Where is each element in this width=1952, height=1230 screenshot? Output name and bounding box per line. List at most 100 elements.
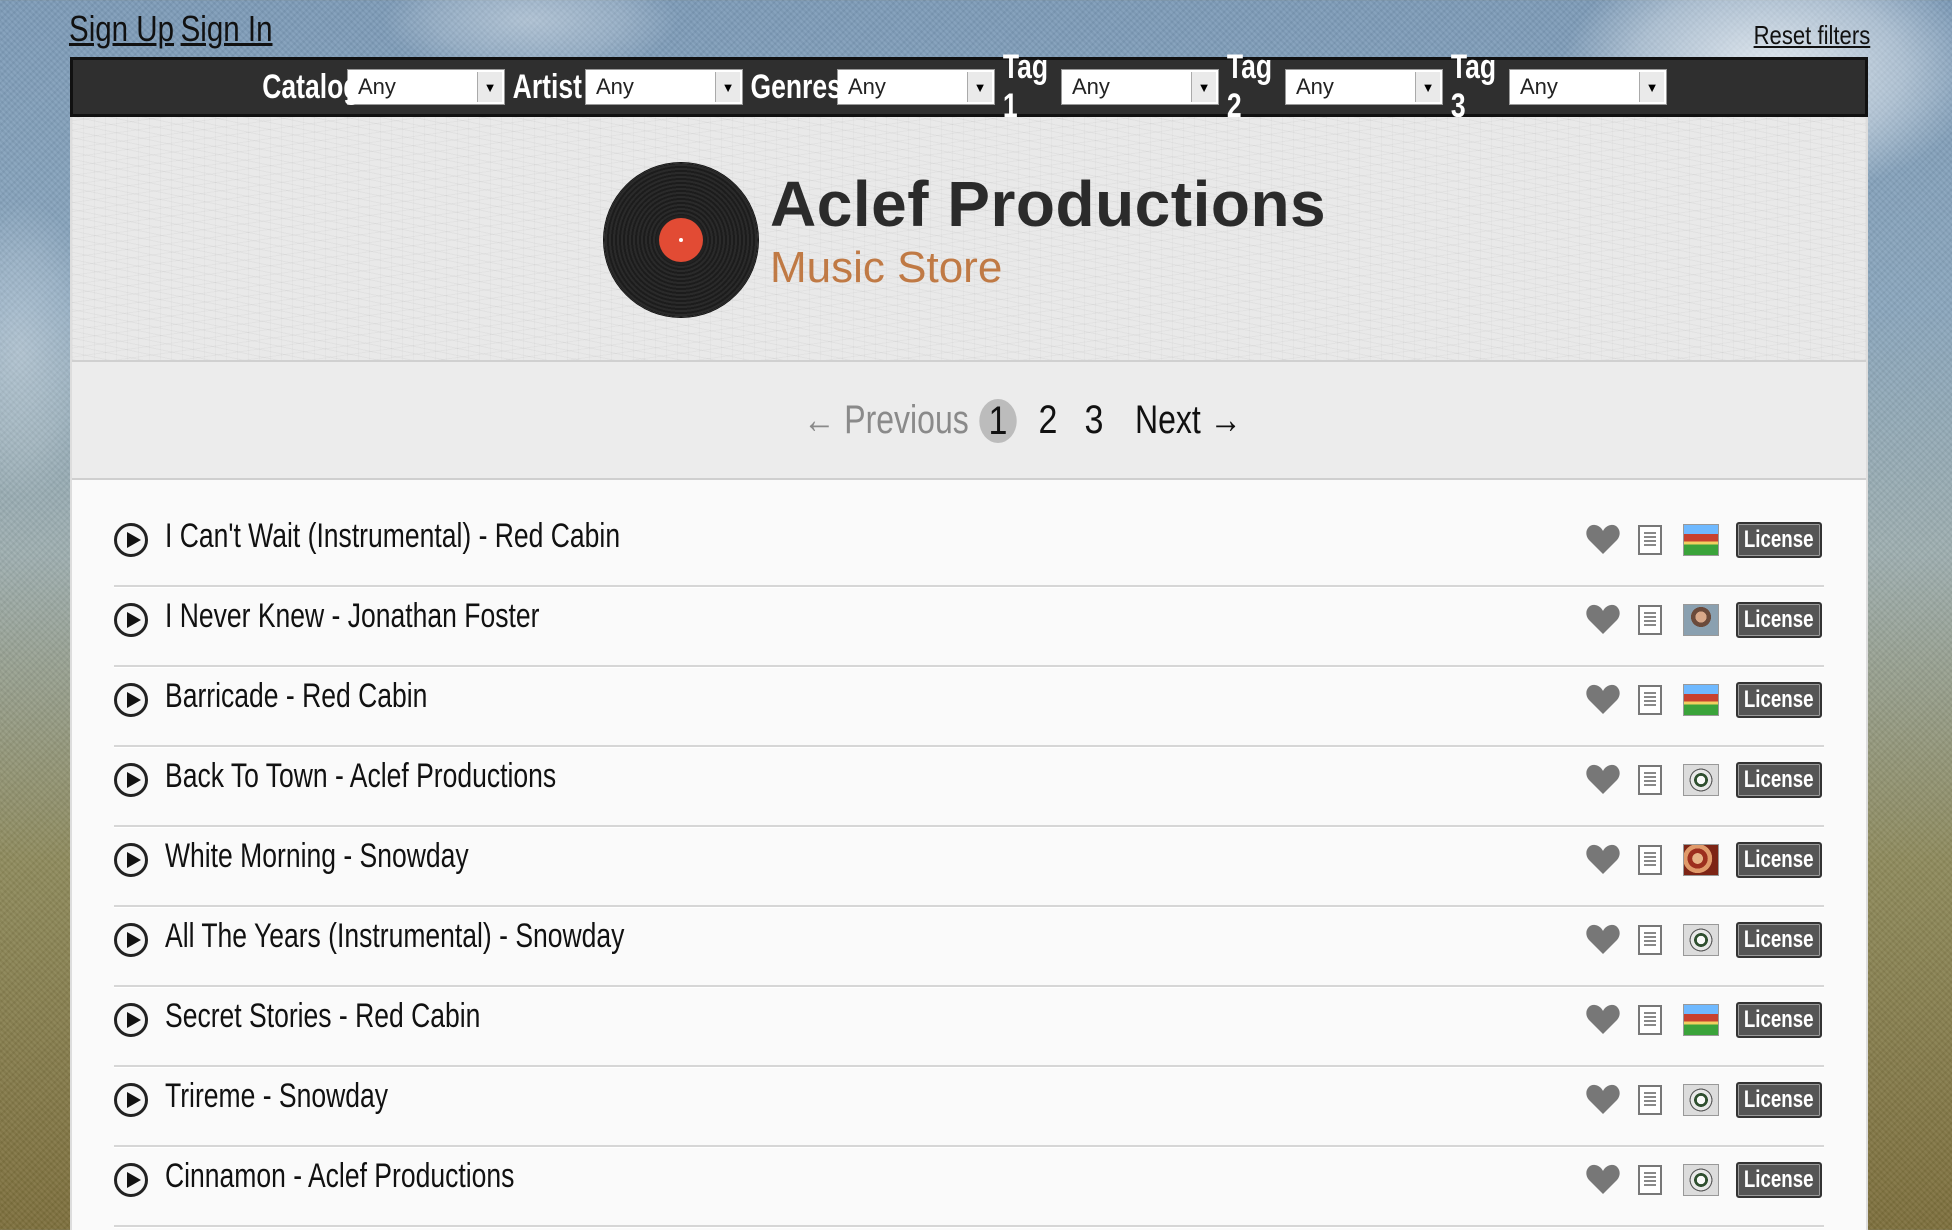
play-icon[interactable] [114, 603, 148, 637]
select-value: Any [1296, 74, 1334, 99]
license-button[interactable]: License [1736, 1162, 1822, 1198]
filter-artist: Artist Any ▼ [513, 68, 743, 107]
next-page-link[interactable]: Next → [1135, 398, 1242, 443]
pagination: ← Previous 1 2 3 Next → [762, 398, 1268, 443]
license-label: License [1744, 1166, 1814, 1193]
filter-bar: Catalog Any ▼ Artist Any ▼ Genres Any ▼ … [70, 48, 1868, 125]
track-row: All The Years (Instrumental) - Snowday L… [114, 907, 1824, 987]
brand-title: Aclef Productions [770, 168, 1327, 240]
select-value: Any [1072, 74, 1110, 99]
license-button[interactable]: License [1736, 522, 1822, 558]
sign-up-link[interactable]: Sign Up [69, 8, 174, 50]
track-title[interactable]: Secret Stories - Red Cabin [165, 997, 480, 1036]
previous-page-link[interactable]: ← Previous [803, 398, 968, 443]
lyrics-document-icon[interactable] [1638, 685, 1662, 715]
filter-tag-1: Tag 1 Any ▼ [1003, 48, 1219, 126]
heart-icon[interactable] [1585, 1083, 1621, 1115]
filter-label: Catalog [262, 67, 360, 106]
lyrics-document-icon[interactable] [1638, 605, 1662, 635]
license-label: License [1744, 846, 1814, 873]
track-title[interactable]: I Can't Wait (Instrumental) - Red Cabin [165, 517, 620, 556]
filter-label: Tag 1 [1002, 48, 1049, 125]
license-label: License [1744, 1086, 1814, 1113]
dropdown-arrow-icon: ▼ [1191, 72, 1216, 102]
lyrics-document-icon[interactable] [1638, 525, 1662, 555]
lyrics-document-icon[interactable] [1638, 845, 1662, 875]
play-icon[interactable] [114, 1003, 148, 1037]
album-thumbnail[interactable] [1683, 604, 1719, 636]
track-row: Secret Stories - Red Cabin License [114, 987, 1824, 1067]
filter-genres: Genres Any ▼ [750, 68, 995, 107]
tag-3-select[interactable]: Any ▼ [1509, 69, 1667, 105]
heart-icon[interactable] [1585, 923, 1621, 955]
license-button[interactable]: License [1736, 682, 1822, 718]
track-title[interactable]: I Never Knew - Jonathan Foster [165, 597, 539, 636]
tag-1-select[interactable]: Any ▼ [1061, 69, 1219, 105]
license-button[interactable]: License [1736, 922, 1822, 958]
filter-tag-3: Tag 3 Any ▼ [1451, 48, 1667, 126]
play-icon[interactable] [114, 1163, 148, 1197]
license-button[interactable]: License [1736, 602, 1822, 638]
dropdown-arrow-icon: ▼ [477, 72, 502, 102]
heart-icon[interactable] [1585, 1003, 1621, 1035]
select-value: Any [848, 74, 886, 99]
select-value: Any [1520, 74, 1558, 99]
license-button[interactable]: License [1736, 842, 1822, 878]
heart-icon[interactable] [1585, 683, 1621, 715]
license-label: License [1744, 606, 1814, 633]
heart-icon[interactable] [1585, 523, 1621, 555]
track-title[interactable]: Trireme - Snowday [165, 1077, 388, 1116]
album-thumbnail[interactable] [1683, 844, 1719, 876]
license-button[interactable]: License [1736, 1002, 1822, 1038]
lyrics-document-icon[interactable] [1638, 1085, 1662, 1115]
filter-tag-2: Tag 2 Any ▼ [1227, 48, 1443, 126]
artist-select[interactable]: Any ▼ [585, 69, 743, 105]
play-icon[interactable] [114, 923, 148, 957]
track-title[interactable]: Cinnamon - Aclef Productions [165, 1157, 514, 1196]
select-value: Any [596, 74, 634, 99]
heart-icon[interactable] [1585, 763, 1621, 795]
lyrics-document-icon[interactable] [1638, 1165, 1662, 1195]
page-link-3[interactable]: 3 [1075, 398, 1112, 443]
heart-icon[interactable] [1585, 1163, 1621, 1195]
play-icon[interactable] [114, 683, 148, 717]
track-list: I Can't Wait (Instrumental) - Red Cabin … [114, 507, 1824, 1227]
auth-links: Sign Up Sign In [69, 8, 272, 50]
page-link-2[interactable]: 2 [1029, 398, 1066, 443]
album-thumbnail[interactable] [1683, 1084, 1719, 1116]
album-thumbnail[interactable] [1683, 524, 1719, 556]
license-label: License [1744, 686, 1814, 713]
dropdown-arrow-icon: ▼ [967, 72, 992, 102]
lyrics-document-icon[interactable] [1638, 925, 1662, 955]
catalog-select[interactable]: Any ▼ [347, 69, 505, 105]
play-icon[interactable] [114, 523, 148, 557]
license-button[interactable]: License [1736, 1082, 1822, 1118]
track-title[interactable]: All The Years (Instrumental) - Snowday [165, 917, 624, 956]
page-link-1[interactable]: 1 [979, 398, 1017, 443]
heart-icon[interactable] [1585, 603, 1621, 635]
genres-select[interactable]: Any ▼ [837, 69, 995, 105]
track-row: I Never Knew - Jonathan Foster License [114, 587, 1824, 667]
track-row: Trireme - Snowday License [114, 1067, 1824, 1147]
track-row: Back To Town - Aclef Productions License [114, 747, 1824, 827]
album-thumbnail[interactable] [1683, 764, 1719, 796]
track-title[interactable]: Back To Town - Aclef Productions [165, 757, 556, 796]
play-icon[interactable] [114, 1083, 148, 1117]
tag-2-select[interactable]: Any ▼ [1285, 69, 1443, 105]
album-thumbnail[interactable] [1683, 1164, 1719, 1196]
lyrics-document-icon[interactable] [1638, 1005, 1662, 1035]
album-thumbnail[interactable] [1683, 924, 1719, 956]
license-button[interactable]: License [1736, 762, 1822, 798]
vinyl-record-logo-icon [604, 163, 758, 317]
play-icon[interactable] [114, 843, 148, 877]
album-thumbnail[interactable] [1683, 1004, 1719, 1036]
heart-icon[interactable] [1585, 843, 1621, 875]
track-title[interactable]: Barricade - Red Cabin [165, 677, 427, 716]
reset-filters-link[interactable]: Reset filters [1753, 20, 1870, 51]
album-thumbnail[interactable] [1683, 684, 1719, 716]
sign-in-link[interactable]: Sign In [181, 8, 273, 50]
track-title[interactable]: White Morning - Snowday [165, 837, 469, 876]
play-icon[interactable] [114, 763, 148, 797]
filter-catalog: Catalog Any ▼ [262, 67, 505, 107]
lyrics-document-icon[interactable] [1638, 765, 1662, 795]
